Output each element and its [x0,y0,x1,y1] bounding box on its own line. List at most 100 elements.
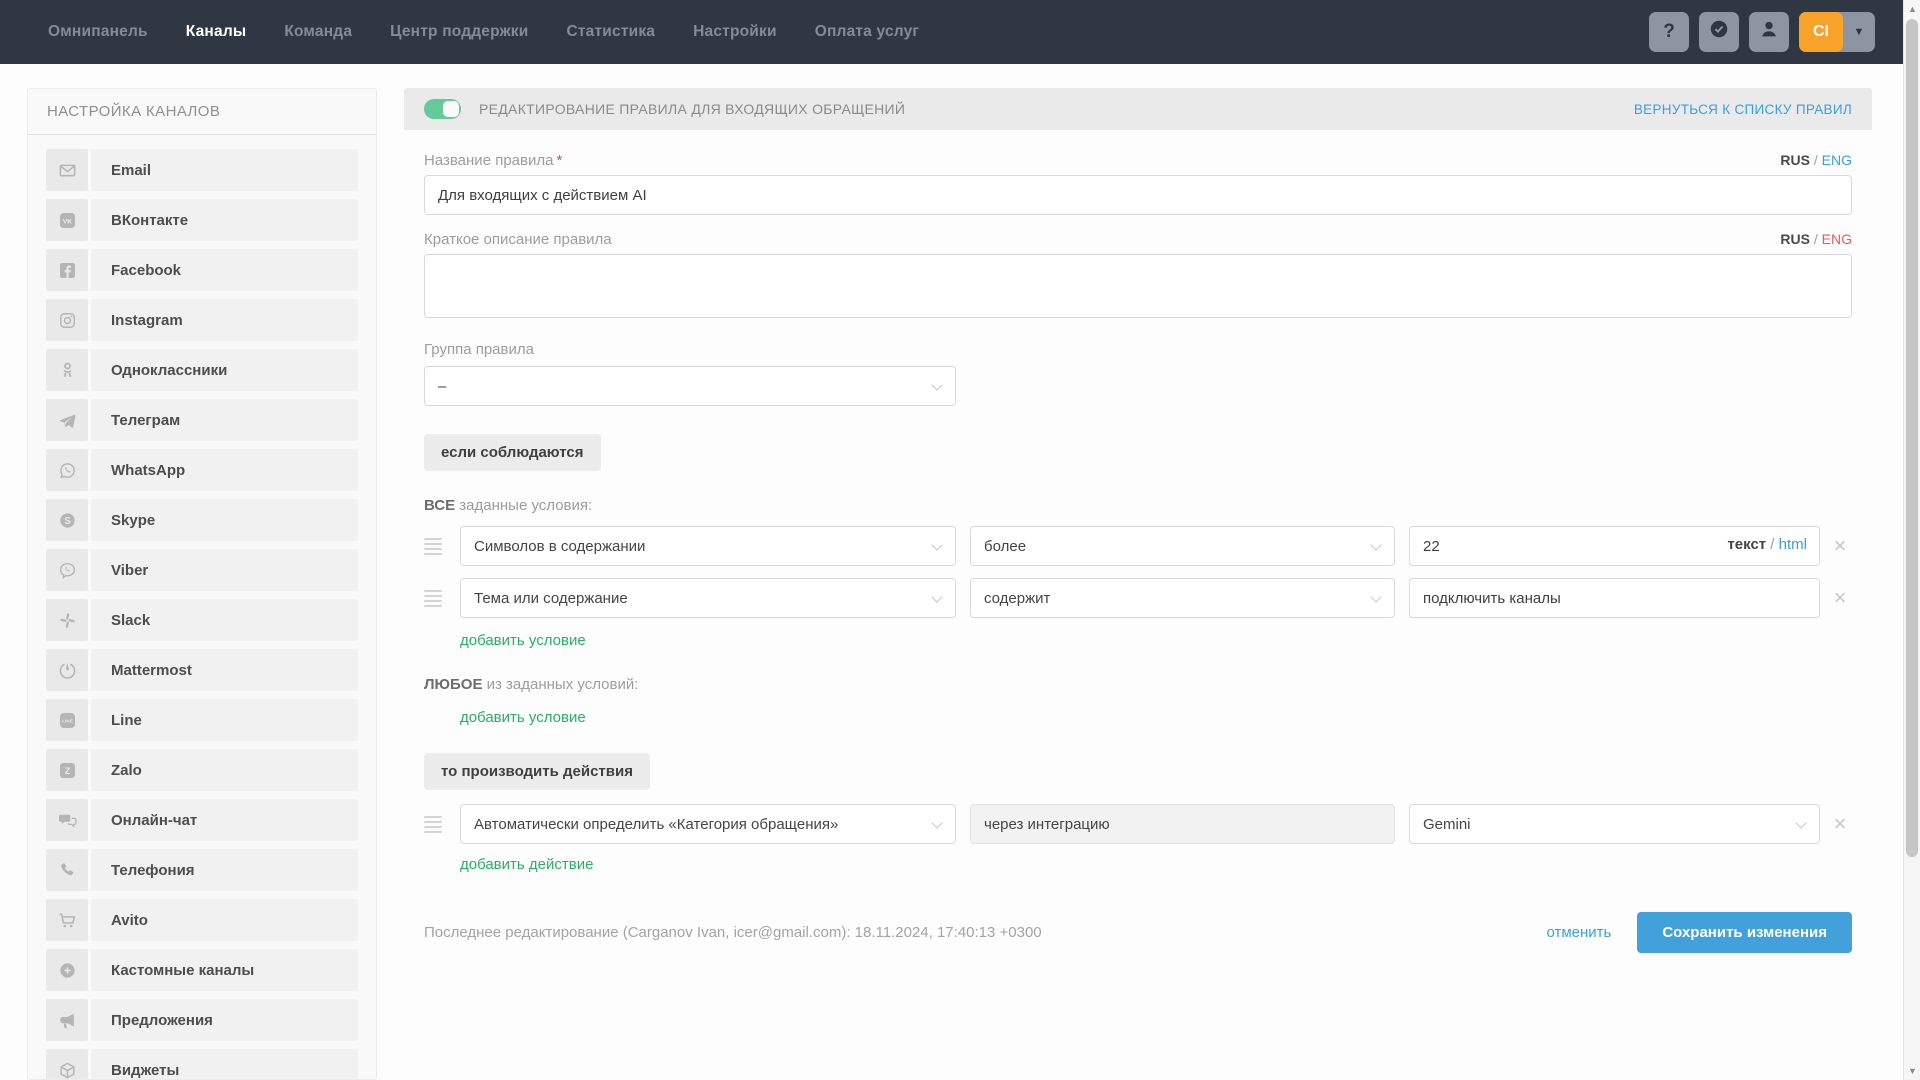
remove-condition-icon[interactable]: × [1828,534,1852,558]
sidebar-item-label: Виджеты [91,1049,358,1080]
last-edited-text: Последнее редактирование (Carganov Ivan,… [424,924,1042,941]
nav-item-1[interactable]: Каналы [186,23,247,41]
sidebar-item-8[interactable]: Viber [46,549,358,591]
sidebar-item-label: Кастомные каналы [91,949,358,991]
sidebar-item-6[interactable]: WhatsApp [46,449,358,491]
format-html[interactable]: html [1779,536,1807,553]
action-integration-select[interactable]: Gemini [1409,804,1820,844]
sidebar-item-label: Zalo [91,749,358,791]
condition-value-input[interactable] [1409,578,1820,618]
condition-row: Тема или содержание содержит × [424,578,1852,618]
svg-text:S: S [64,516,71,527]
nav-item-5[interactable]: Настройки [693,23,777,41]
drag-handle-icon[interactable] [424,590,450,607]
save-button[interactable]: Сохранить изменения [1637,912,1852,953]
chat-icon [46,799,88,841]
scroll-up-icon[interactable]: ▲ [1904,0,1920,18]
rule-group-label: Группа правила [424,341,1852,358]
facebook-icon [46,249,88,291]
viber-icon [46,549,88,591]
chevron-down-icon [931,817,942,828]
chevron-down-icon [1370,591,1381,602]
remove-action-icon[interactable]: × [1828,812,1852,836]
cart-icon [46,899,88,941]
chevron-down-icon [931,591,942,602]
account-menu[interactable]: CI ▼ [1799,12,1875,52]
rule-editor-header: РЕДАКТИРОВАНИЕ ПРАВИЛА ДЛЯ ВХОДЯЩИХ ОБРА… [404,88,1872,130]
rule-editor-panel: РЕДАКТИРОВАНИЕ ПРАВИЛА ДЛЯ ВХОДЯЩИХ ОБРА… [404,88,1872,983]
format-text[interactable]: текст [1727,536,1766,553]
nav-item-4[interactable]: Статистика [566,23,655,41]
drag-handle-icon[interactable] [424,816,450,833]
sidebar-item-2[interactable]: Facebook [46,249,358,291]
condition-field-select[interactable]: Символов в содержании [460,526,956,566]
page-title: РЕДАКТИРОВАНИЕ ПРАВИЛА ДЛЯ ВХОДЯЩИХ ОБРА… [479,101,905,117]
add-any-condition-link[interactable]: добавить условие [460,709,586,726]
sidebar-item-15[interactable]: Avito [46,899,358,941]
phone-icon [46,849,88,891]
nav-item-0[interactable]: Омнипанель [48,23,148,41]
sidebar-item-0[interactable]: Email [46,149,358,191]
sidebar-item-4[interactable]: Одноклассники [46,349,358,391]
condition-field-select[interactable]: Тема или содержание [460,578,956,618]
cube-icon [46,1049,88,1080]
page-scrollbar[interactable]: ▲ ▼ [1903,0,1920,1080]
channels-sidebar: НАСТРОЙКА КАНАЛОВ EmailVKВКонтактеFacebo… [27,88,377,1080]
format-switch: текст / html [1721,536,1807,553]
sidebar-item-5[interactable]: Телеграм [46,399,358,441]
sidebar-item-label: Slack [91,599,358,641]
nav-item-6[interactable]: Оплата услуг [815,23,919,41]
remove-condition-icon[interactable]: × [1828,586,1852,610]
any-conditions-title: ЛЮБОЕ из заданных условий: [424,676,1852,693]
lang-eng[interactable]: ENG [1822,152,1852,168]
lang-rus[interactable]: RUS [1780,152,1810,168]
rule-enabled-toggle[interactable] [424,99,461,119]
sidebar-item-7[interactable]: SSkype [46,499,358,541]
profile-button[interactable] [1749,12,1789,52]
instagram-icon [46,299,88,341]
status-badge-button[interactable] [1699,12,1739,52]
cancel-button[interactable]: отменить [1546,924,1611,941]
rule-name-input[interactable] [424,175,1852,215]
rule-description-input[interactable] [424,254,1852,318]
nav-item-2[interactable]: Команда [284,23,352,41]
drag-handle-icon[interactable] [424,538,450,555]
svg-text:VK: VK [62,218,71,225]
chevron-down-icon: ▼ [1843,26,1875,38]
sidebar-item-13[interactable]: Онлайн-чат [46,799,358,841]
whatsapp-icon [46,449,88,491]
condition-operator-select[interactable]: содержит [970,578,1395,618]
condition-operator-select[interactable]: более [970,526,1395,566]
lang-eng[interactable]: ENG [1822,231,1852,247]
add-action-link[interactable]: добавить действие [460,856,593,873]
scroll-down-icon[interactable]: ▼ [1904,1062,1920,1080]
line-icon: LINE [46,699,88,741]
sidebar-item-12[interactable]: ZZalo [46,749,358,791]
sidebar-item-17[interactable]: Предложения [46,999,358,1041]
sidebar-items: Email VKВКонтакте Facebook Instagram Однокла… [28,135,376,1080]
sidebar-item-18[interactable]: Виджеты [46,1049,358,1080]
svg-text:LINE: LINE [62,718,73,724]
nav-item-3[interactable]: Центр поддержки [390,23,528,41]
mattermost-icon [46,649,88,691]
sidebar-item-1[interactable]: VKВКонтакте [46,199,358,241]
sidebar-item-16[interactable]: Кастомные каналы [46,949,358,991]
sidebar-item-label: Avito [91,899,358,941]
all-conditions-title: ВСЕ заданные условия: [424,497,1852,514]
action-type-select[interactable]: Автоматически определить «Категория обра… [460,804,956,844]
sidebar-item-10[interactable]: Mattermost [46,649,358,691]
rule-group-select[interactable]: – [424,366,956,406]
sidebar-item-14[interactable]: Телефония [46,849,358,891]
add-condition-link[interactable]: добавить условие [460,632,586,649]
lang-rus[interactable]: RUS [1780,231,1810,247]
scrollbar-thumb[interactable] [1906,19,1918,857]
back-to-rules-link[interactable]: ВЕРНУТЬСЯ К СПИСКУ ПРАВИЛ [1634,102,1852,117]
help-button[interactable]: ? [1649,12,1689,52]
sidebar-item-3[interactable]: Instagram [46,299,358,341]
sidebar-item-11[interactable]: LINELine [46,699,358,741]
then-actions-chip: то производить действия [424,753,650,790]
avatar: CI [1799,12,1843,52]
sidebar-item-label: Instagram [91,299,358,341]
rule-description-label: Краткое описание правила [424,231,612,248]
sidebar-item-9[interactable]: Slack [46,599,358,641]
